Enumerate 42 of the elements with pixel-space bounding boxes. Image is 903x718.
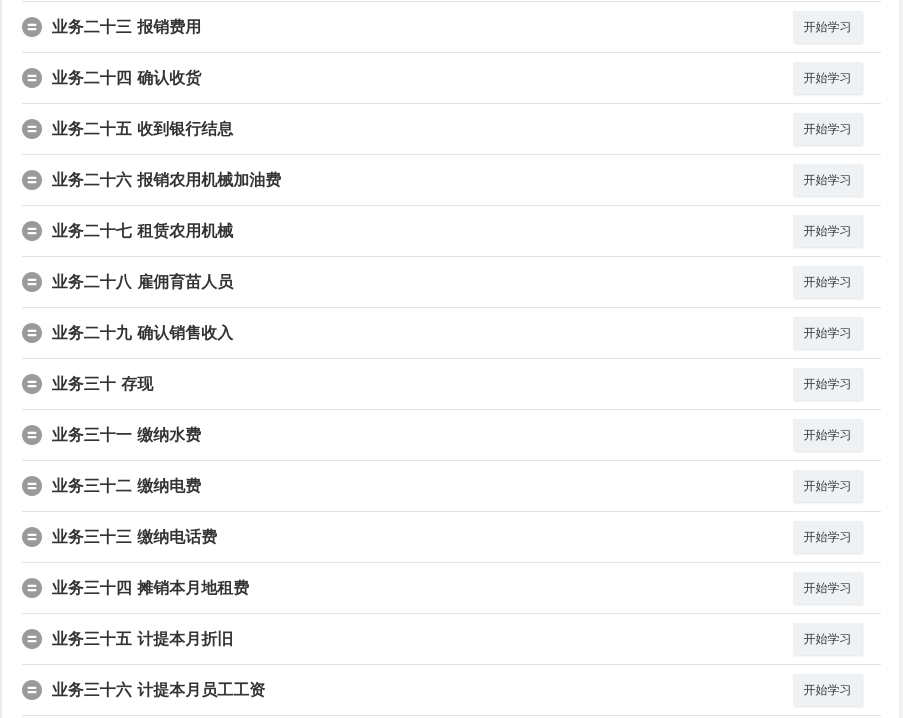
start-learning-button[interactable]: 开始学习 xyxy=(793,674,862,706)
start-learning-button[interactable]: 开始学习 xyxy=(793,62,862,94)
lesson-title: 业务二十五 收到银行结息 xyxy=(52,118,234,140)
equals-circle-icon xyxy=(22,17,42,37)
start-learning-button[interactable]: 开始学习 xyxy=(793,113,862,145)
lesson-title: 业务二十九 确认销售收入 xyxy=(52,322,234,344)
equals-circle-icon xyxy=(22,680,42,700)
equals-circle-icon xyxy=(22,68,42,88)
lesson-title: 业务三十三 缴纳电话费 xyxy=(52,526,218,548)
equals-circle-icon xyxy=(22,170,42,190)
equals-circle-icon xyxy=(22,425,42,445)
start-learning-button[interactable]: 开始学习 xyxy=(793,368,862,400)
equals-circle-icon xyxy=(22,578,42,598)
lesson-title: 业务三十五 计提本月折旧 xyxy=(52,628,234,650)
lesson-title: 业务三十四 摊销本月地租费 xyxy=(52,577,250,599)
equals-circle-icon xyxy=(22,527,42,547)
equals-circle-icon xyxy=(22,629,42,649)
lesson-title: 业务二十四 确认收货 xyxy=(52,67,202,89)
start-learning-button[interactable]: 开始学习 xyxy=(793,164,862,196)
start-learning-button[interactable]: 开始学习 xyxy=(793,623,862,655)
start-learning-button[interactable]: 开始学习 xyxy=(793,572,862,604)
equals-circle-icon xyxy=(22,221,42,241)
equals-circle-icon xyxy=(22,272,42,292)
equals-circle-icon xyxy=(22,119,42,139)
lesson-title: 业务二十七 租赁农用机械 xyxy=(52,220,234,242)
lesson-title: 业务二十三 报销费用 xyxy=(52,16,202,38)
lesson-title: 业务二十八 雇佣育苗人员 xyxy=(52,271,234,293)
lesson-title: 业务三十六 计提本月员工工资 xyxy=(52,679,266,701)
start-learning-button[interactable]: 开始学习 xyxy=(793,11,862,43)
start-learning-button[interactable]: 开始学习 xyxy=(793,317,862,349)
start-learning-button[interactable]: 开始学习 xyxy=(793,470,862,502)
lesson-title: 业务二十六 报销农用机械加油费 xyxy=(52,169,282,191)
lesson-title: 业务三十 存现 xyxy=(52,373,154,395)
equals-circle-icon xyxy=(22,323,42,343)
lesson-title: 业务三十一 缴纳水费 xyxy=(52,424,202,446)
lesson-title: 业务三十二 缴纳电费 xyxy=(52,475,202,497)
equals-circle-icon xyxy=(22,476,42,496)
start-learning-button[interactable]: 开始学习 xyxy=(793,266,862,298)
start-learning-button[interactable]: 开始学习 xyxy=(793,215,862,247)
equals-circle-icon xyxy=(22,374,42,394)
start-learning-button[interactable]: 开始学习 xyxy=(793,521,862,553)
start-learning-button[interactable]: 开始学习 xyxy=(793,419,862,451)
